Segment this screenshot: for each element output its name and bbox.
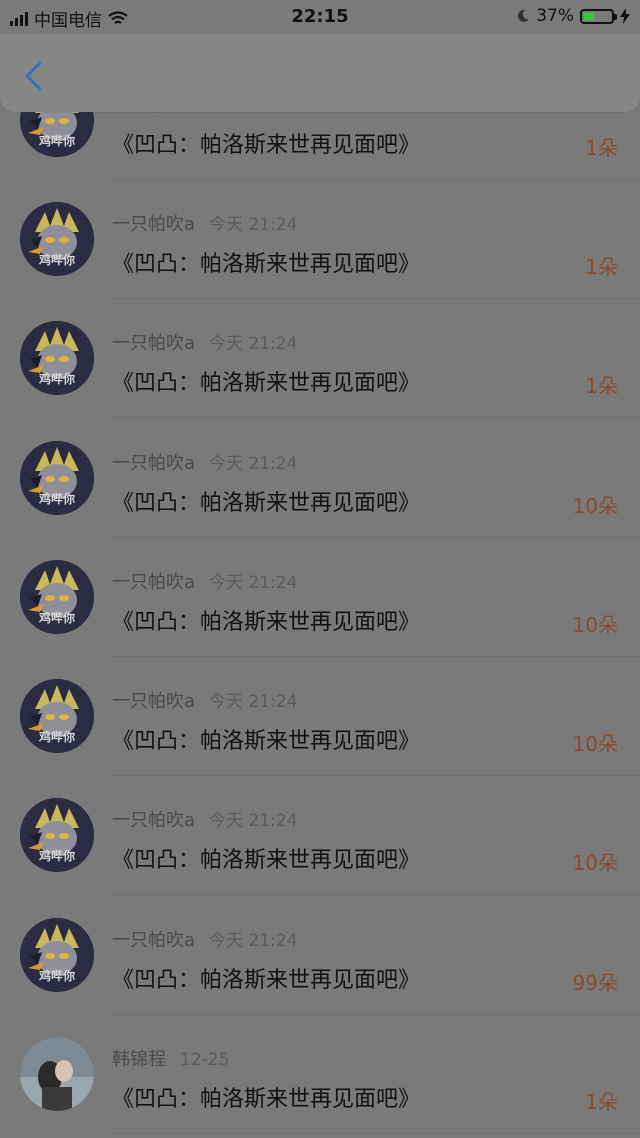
sender-meta: 一只帕吹a 今天 21:24 bbox=[112, 568, 297, 594]
flower-count: 10朵 bbox=[572, 613, 618, 637]
work-title[interactable]: 《凹凸：帕洛斯来世再见面吧》 bbox=[112, 365, 420, 397]
sender-meta: 一只帕吹a 今天 21:24 bbox=[112, 687, 297, 713]
flower-count: 1朵 bbox=[585, 1090, 618, 1114]
sender-meta: 一只帕吹a 今天 21:24 bbox=[112, 806, 297, 832]
work-title[interactable]: 《凹凸：帕洛斯来世再见面吧》 bbox=[112, 962, 420, 994]
status-bar: 中国电信 22:15 37% bbox=[0, 0, 640, 34]
list-item[interactable]: 鸡哔你 一只帕吹a 今天 21:24 《凹凸：帕洛斯来世再见面吧》 10朵 bbox=[0, 776, 640, 895]
flower-count: 1朵 bbox=[585, 374, 618, 398]
sender-meta: 一只帕吹a 今天 21:24 bbox=[112, 926, 297, 952]
photo-avatar-image bbox=[20, 1037, 94, 1111]
work-title[interactable]: 《凹凸：帕洛斯来世再见面吧》 bbox=[112, 604, 420, 636]
back-chevron-icon[interactable] bbox=[22, 60, 46, 92]
avatar-caption: 鸡哔你 bbox=[38, 134, 75, 148]
navigation-bar bbox=[0, 34, 640, 112]
flower-count: 99朵 bbox=[572, 971, 618, 995]
avatar-caption: 鸡哔你 bbox=[38, 969, 75, 983]
battery-fill bbox=[584, 12, 594, 20]
sender-meta: 一只帕吹a 今天 21:24 bbox=[112, 329, 297, 355]
charging-icon bbox=[620, 8, 630, 24]
flower-count: 1朵 bbox=[585, 136, 618, 160]
flower-count: 10朵 bbox=[572, 494, 618, 518]
moon-icon bbox=[518, 9, 530, 22]
avatar-caption: 鸡哔你 bbox=[38, 492, 75, 506]
avatar[interactable]: 鸡哔你 bbox=[20, 798, 94, 872]
divider bbox=[112, 1133, 640, 1134]
list-item[interactable]: 鸡哔你 一只帕吹a 今天 21:24 《凹凸：帕洛斯来世再见面吧》 1朵 bbox=[0, 299, 640, 418]
list-item[interactable]: 韩锦程 12-25 《凹凸：帕洛斯来世再见面吧》 1朵 bbox=[0, 1015, 640, 1134]
timestamp: 今天 21:24 bbox=[209, 692, 298, 712]
timestamp: 12-25 bbox=[180, 1050, 230, 1070]
work-title[interactable]: 《凹凸：帕洛斯来世再见面吧》 bbox=[112, 1081, 420, 1113]
sender-name[interactable]: 一只帕吹a bbox=[112, 810, 195, 831]
work-title[interactable]: 《凹凸：帕洛斯来世再见面吧》 bbox=[112, 485, 420, 517]
timestamp: 今天 21:24 bbox=[209, 334, 298, 354]
divider bbox=[112, 417, 640, 418]
avatar[interactable] bbox=[20, 1037, 94, 1111]
timestamp: 今天 21:24 bbox=[209, 454, 298, 474]
avatar[interactable]: 鸡哔你 bbox=[20, 918, 94, 992]
list-item[interactable]: 鸡哔你 一只帕吹a 今天 21:24 《凹凸：帕洛斯来世再见面吧》 1朵 bbox=[0, 180, 640, 299]
timestamp: 今天 21:24 bbox=[209, 215, 298, 235]
list-item[interactable]: 鸡哔你 一只帕吹a 今天 21:24 《凹凸：帕洛斯来世再见面吧》 10朵 bbox=[0, 538, 640, 657]
work-title[interactable]: 《凹凸：帕洛斯来世再见面吧》 bbox=[112, 723, 420, 755]
avatar[interactable]: 鸡哔你 bbox=[20, 321, 94, 395]
sender-name[interactable]: 韩锦程 bbox=[112, 1049, 166, 1070]
avatar-caption: 鸡哔你 bbox=[38, 730, 75, 744]
avatar[interactable]: 鸡哔你 bbox=[20, 441, 94, 515]
flower-count: 1朵 bbox=[585, 255, 618, 279]
flower-count: 10朵 bbox=[572, 851, 618, 875]
work-title[interactable]: 《凹凸：帕洛斯来世再见面吧》 bbox=[112, 246, 420, 278]
sender-name[interactable]: 一只帕吹a bbox=[112, 453, 195, 474]
sender-meta: 一只帕吹a 今天 21:24 bbox=[112, 449, 297, 475]
sender-name[interactable]: 一只帕吹a bbox=[112, 691, 195, 712]
work-title[interactable]: 《凹凸：帕洛斯来世再见面吧》 bbox=[112, 127, 420, 159]
list-item[interactable]: 鸡哔你 一只帕吹a 今天 21:24 《凹凸：帕洛斯来世再见面吧》 10朵 bbox=[0, 657, 640, 776]
avatar[interactable]: 鸡哔你 bbox=[20, 679, 94, 753]
list-item[interactable]: 鸡哔你 一只帕吹a 今天 21:24 《凹凸：帕洛斯来世再见面吧》 10朵 bbox=[0, 419, 640, 538]
battery-percent: 37% bbox=[536, 6, 574, 26]
timestamp: 今天 21:24 bbox=[209, 931, 298, 951]
sender-name[interactable]: 一只帕吹a bbox=[112, 333, 195, 354]
sender-name[interactable]: 一只帕吹a bbox=[112, 214, 195, 235]
sender-name[interactable]: 一只帕吹a bbox=[112, 930, 195, 951]
avatar-caption: 鸡哔你 bbox=[38, 849, 75, 863]
battery-icon bbox=[580, 8, 617, 24]
sender-meta: 韩锦程 12-25 bbox=[112, 1045, 229, 1071]
status-right: 37% bbox=[516, 6, 630, 26]
avatar[interactable]: 鸡哔你 bbox=[20, 202, 94, 276]
list-item[interactable]: 鸡哔你 一只帕吹a 今天 21:24 《凹凸：帕洛斯来世再见面吧》 99朵 bbox=[0, 896, 640, 1015]
flower-count: 10朵 bbox=[572, 732, 618, 756]
sender-meta: 一只帕吹a 今天 21:24 bbox=[112, 210, 297, 236]
divider bbox=[112, 894, 640, 895]
avatar[interactable]: 鸡哔你 bbox=[20, 560, 94, 634]
timestamp: 今天 21:24 bbox=[209, 573, 298, 593]
avatar-caption: 鸡哔你 bbox=[38, 611, 75, 625]
sender-name[interactable]: 一只帕吹a bbox=[112, 572, 195, 593]
timestamp: 今天 21:24 bbox=[209, 811, 298, 831]
avatar-caption: 鸡哔你 bbox=[38, 253, 75, 267]
avatar-caption: 鸡哔你 bbox=[38, 372, 75, 386]
work-title[interactable]: 《凹凸：帕洛斯来世再见面吧》 bbox=[112, 842, 420, 874]
